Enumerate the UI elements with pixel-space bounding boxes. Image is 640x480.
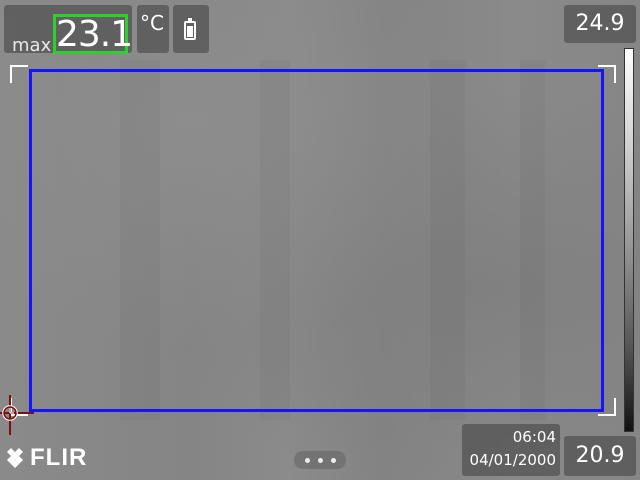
temperature-scale-bar xyxy=(624,48,634,432)
unit-button[interactable]: °C xyxy=(137,5,169,53)
measurement-label: max xyxy=(12,35,52,56)
date-label: 04/01/2000 xyxy=(469,451,556,469)
flir-logo: FLIR xyxy=(5,444,105,476)
battery-icon xyxy=(184,18,196,40)
battery-status[interactable] xyxy=(173,5,209,53)
brand-name: FLIR xyxy=(30,444,88,471)
time-label: 06:04 xyxy=(512,428,556,446)
measurement-value: 23.1 xyxy=(53,14,133,54)
frame-corner-top-right xyxy=(598,65,616,83)
more-dots-icon xyxy=(305,458,310,463)
measurement-result[interactable]: max 23.1 xyxy=(4,5,133,56)
measurement-area-box[interactable] xyxy=(29,69,604,412)
frame-corner-top-left xyxy=(10,65,28,83)
flir-diamond-icon xyxy=(7,448,23,468)
unit-label: °C xyxy=(140,11,164,35)
scale-min-value[interactable]: 20.9 xyxy=(564,436,636,476)
more-dots-icon xyxy=(318,458,323,463)
datetime-display: 06:04 04/01/2000 xyxy=(462,424,560,476)
scale-max-value[interactable]: 24.9 xyxy=(564,5,636,43)
frame-corner-bottom-right xyxy=(598,398,616,416)
more-menu-button[interactable] xyxy=(294,451,346,469)
more-dots-icon xyxy=(331,458,336,463)
spot-meter-crosshair-icon[interactable] xyxy=(0,395,36,435)
